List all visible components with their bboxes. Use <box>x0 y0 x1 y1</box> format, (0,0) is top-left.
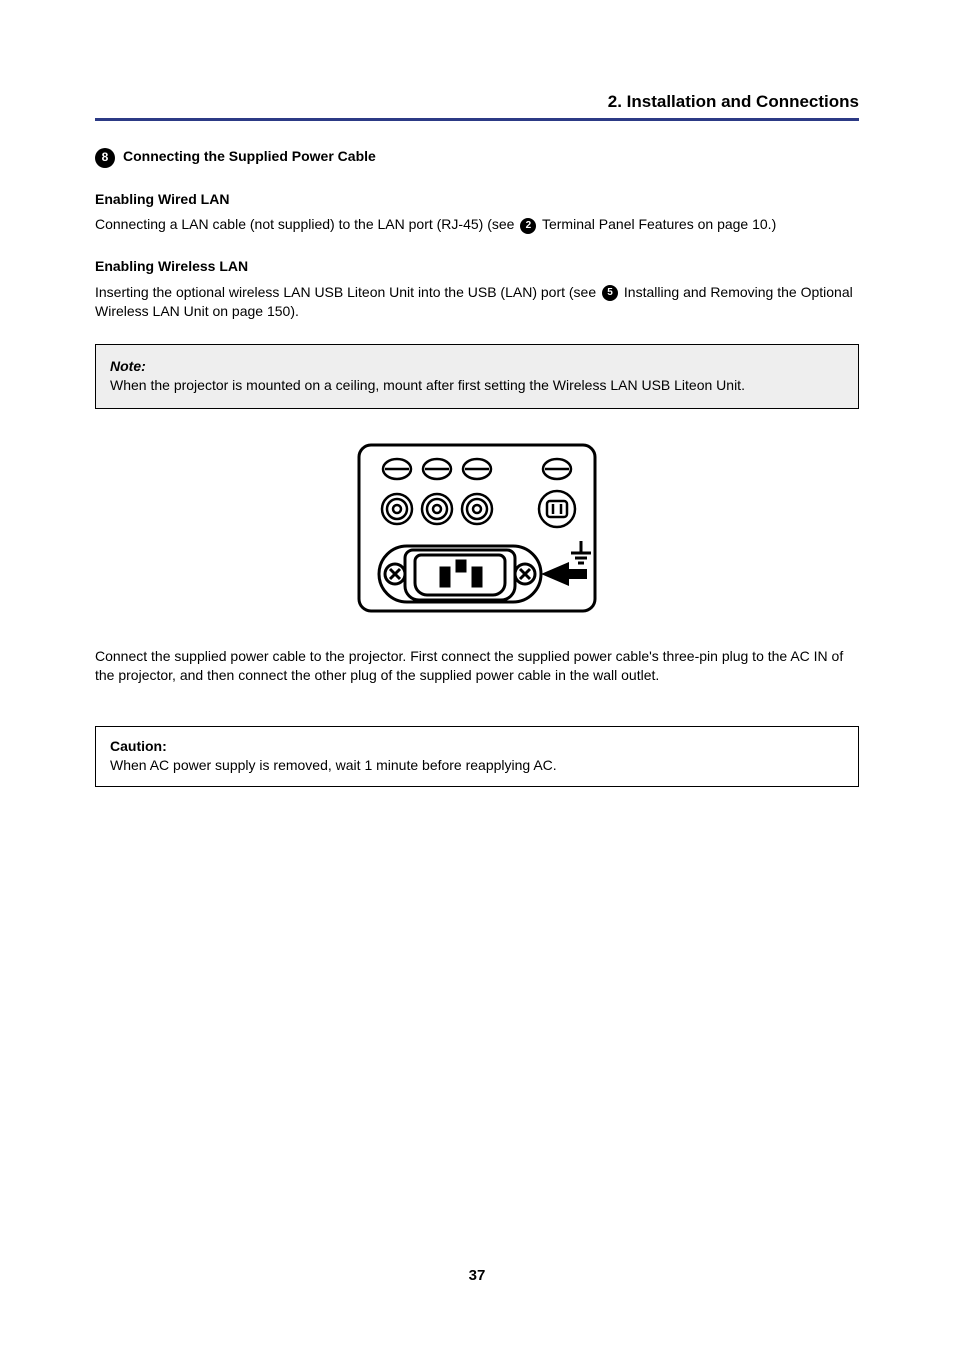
wired-lan-title: Enabling Wired LAN <box>95 190 859 210</box>
caution-text: When AC power supply is removed, wait 1 … <box>110 756 844 776</box>
step-8-badge: 8 <box>95 148 115 168</box>
caution-label: Caution: <box>110 738 167 754</box>
chapter-header: 2. Installation and Connections <box>95 90 859 121</box>
page-number: 37 <box>0 1265 954 1286</box>
ac-inlet-illustration-icon <box>357 443 597 613</box>
wired-lan-text-b: Terminal Panel Features on page 10.) <box>542 216 776 232</box>
wired-lan-text-a: Connecting a LAN cable (not supplied) to… <box>95 216 518 232</box>
note-text: When the projector is mounted on a ceili… <box>110 376 844 396</box>
ref-circle-2-icon: 2 <box>520 218 536 234</box>
wireless-lan-paragraph: Inserting the optional wireless LAN USB … <box>95 283 859 322</box>
power-port-figure <box>95 443 859 619</box>
wireless-lan-title: Enabling Wireless LAN <box>95 257 859 277</box>
caution-box: Caution: When AC power supply is removed… <box>95 726 859 787</box>
wireless-lan-text-a: Inserting the optional wireless LAN USB … <box>95 284 600 300</box>
note-box: Note: When the projector is mounted on a… <box>95 344 859 409</box>
step-8-title: Connecting the Supplied Power Cable <box>123 147 376 167</box>
step-8-row: 8 Connecting the Supplied Power Cable <box>95 147 859 168</box>
ref-circle-5-icon: 5 <box>602 285 618 301</box>
note-label: Note: <box>110 358 146 374</box>
power-cable-paragraph: Connect the supplied power cable to the … <box>95 647 859 686</box>
wired-lan-paragraph: Connecting a LAN cable (not supplied) to… <box>95 215 859 235</box>
